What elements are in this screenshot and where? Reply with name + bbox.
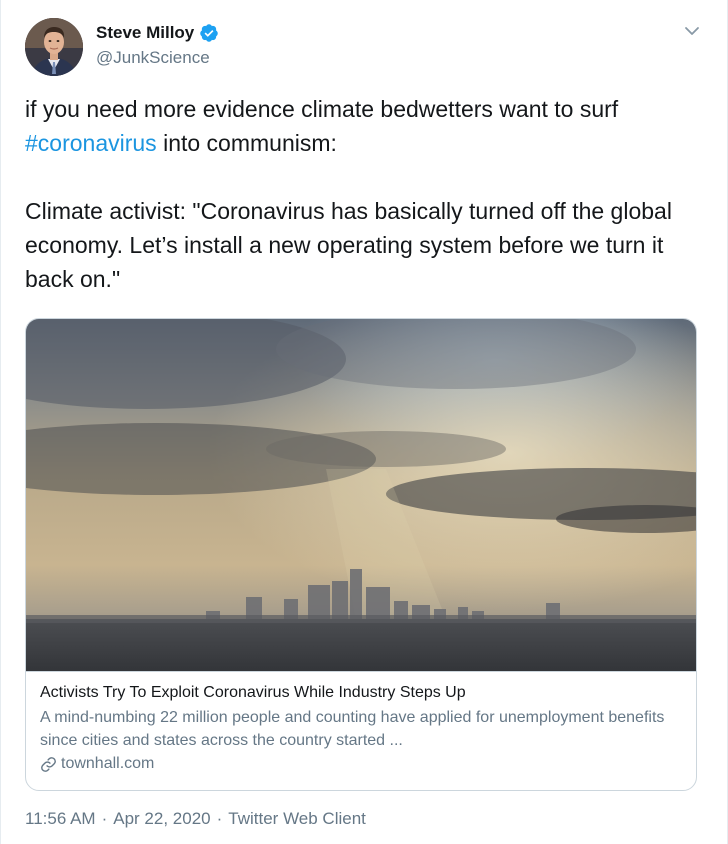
card-domain: townhall.com [40, 753, 682, 775]
tweet-meta: 11:56 AM · Apr 22, 2020 · Twitter Web Cl… [25, 809, 366, 829]
hashtag-link[interactable]: #coronavirus [25, 130, 157, 156]
chevron-down-icon[interactable] [681, 20, 703, 42]
tweet-header: Steve Milloy @JunkScience [25, 18, 705, 76]
card-domain-label: townhall.com [61, 755, 155, 772]
city-skyline-smog-image[interactable] [26, 319, 696, 671]
tweet-date[interactable]: Apr 22, 2020 [113, 809, 210, 829]
card-title: Activists Try To Exploit Coronavirus Whi… [40, 684, 466, 701]
author-names: Steve Milloy @JunkScience [96, 21, 219, 68]
card-body: Activists Try To Exploit Coronavirus Whi… [26, 671, 696, 775]
link-icon [40, 756, 57, 773]
meta-separator: · [101, 809, 108, 828]
verified-badge-icon [199, 23, 219, 43]
tweet: Steve Milloy @JunkScience if you need mo… [0, 0, 728, 844]
meta-separator: · [216, 809, 223, 828]
tweet-time[interactable]: 11:56 AM [25, 809, 96, 829]
avatar[interactable] [25, 18, 83, 76]
tweet-text-part-1: if you need more evidence climate bedwet… [25, 96, 619, 122]
tweet-text: if you need more evidence climate bedwet… [25, 92, 705, 296]
tweet-source[interactable]: Twitter Web Client [228, 809, 366, 829]
author-display-name[interactable]: Steve Milloy [96, 23, 194, 43]
link-preview-card[interactable]: Activists Try To Exploit Coronavirus Whi… [25, 318, 697, 791]
display-name-row: Steve Milloy [96, 21, 219, 45]
author-handle[interactable]: @JunkScience [96, 48, 219, 68]
card-description: A mind-numbing 22 million people and cou… [40, 709, 665, 749]
